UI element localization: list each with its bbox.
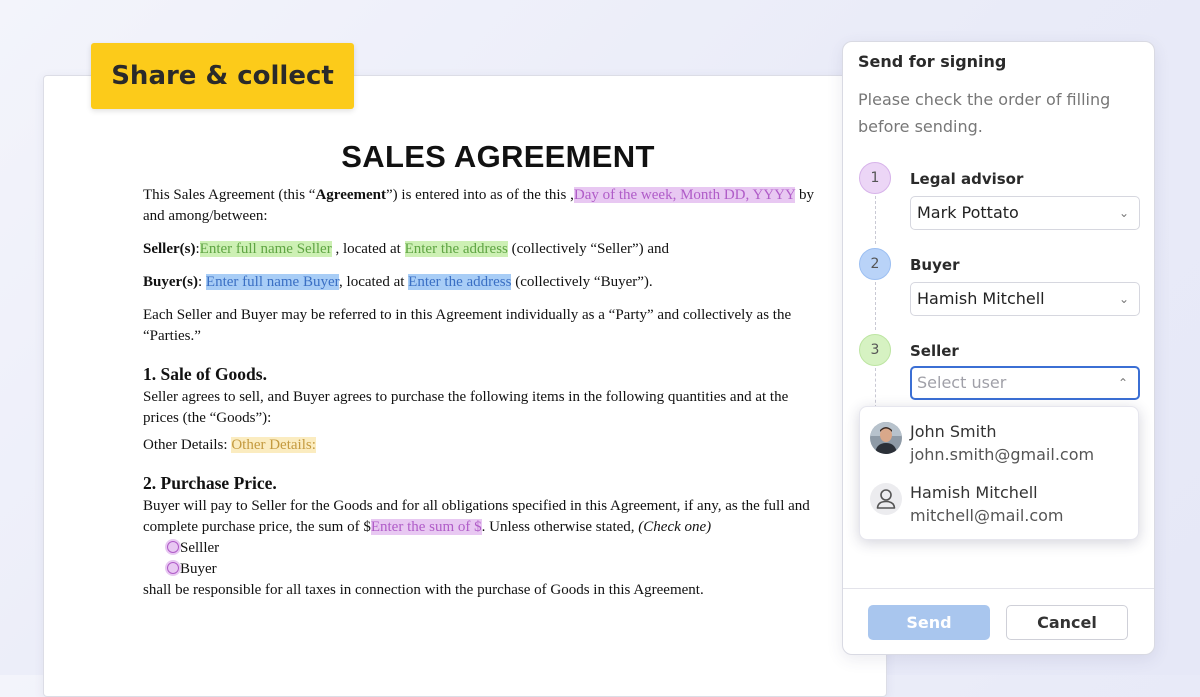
step-number-3: 3 [859, 334, 891, 366]
section2-closing: shall be responsible for all taxes in co… [143, 582, 704, 598]
send-button[interactable]: Send [868, 605, 990, 640]
panel-subtitle: Please check the order of filling before… [858, 90, 1111, 136]
buyer-line: Buyer(s): Enter full name Buyer, located… [143, 272, 823, 293]
buyer-select[interactable]: Hamish Mitchell ⌄ [910, 282, 1140, 316]
step-role-legal-advisor: Legal advisor [910, 170, 1024, 188]
step-role-seller: Seller [910, 342, 959, 360]
dropdown-user-name: Hamish Mitchell [910, 483, 1038, 502]
buyer-located-text: , located at [339, 274, 409, 290]
seller-located-text: , located at [331, 241, 405, 257]
dropdown-option-hamish-mitchell[interactable]: Hamish Mitchell mitchell@mail.com [860, 468, 1138, 528]
document-title: SALES AGREEMENT [341, 139, 655, 174]
buyer-label: Buyer(s) [143, 274, 198, 290]
legal-advisor-select[interactable]: Mark Pottato ⌄ [910, 196, 1140, 230]
step-connector [875, 196, 876, 244]
seller-select[interactable]: ⌃ [910, 366, 1140, 400]
document-content: SALES AGREEMENT This Sales Agreement (th… [143, 139, 823, 601]
step-number-1: 1 [859, 162, 891, 194]
panel-title: Send for signing [858, 52, 1007, 71]
sum-field[interactable]: Enter the sum of $ [370, 519, 482, 535]
intro-bold-term: Agreement [315, 187, 386, 203]
radio-option-buyer[interactable]: Buyer [143, 559, 823, 580]
step-number-2: 2 [859, 248, 891, 280]
person-icon [870, 483, 902, 515]
dropdown-user-email: john.smith@gmail.com [910, 445, 1095, 464]
buyer-name-field[interactable]: Enter full name Buyer [205, 274, 340, 290]
step-role-buyer: Buyer [910, 256, 960, 274]
seller-line: Seller(s):Enter full name Seller , locat… [143, 239, 823, 260]
seller-name-field[interactable]: Enter full name Seller [199, 241, 332, 257]
section2-heading: 2. Purchase Price. [143, 473, 277, 493]
date-field[interactable]: Day of the week, Month DD, YYYY [573, 187, 796, 203]
radio-label-seller: Selller [180, 540, 220, 556]
buyer-line-end: (collectively “Buyer”). [511, 274, 653, 290]
step-connector [875, 282, 876, 330]
intro-text-before: This Sales Agreement (this “ [143, 187, 316, 203]
buyer-select-value: Hamish Mitchell [917, 289, 1045, 308]
seller-label: Seller(s) [143, 241, 196, 257]
avatar [870, 422, 902, 454]
step-connector [875, 368, 876, 408]
share-collect-badge: Share & collect [91, 43, 354, 109]
seller-line-end: (collectively “Seller”) and [507, 241, 670, 257]
section1-heading: 1. Sale of Goods. [143, 364, 267, 384]
seller-select-input[interactable] [917, 373, 1087, 392]
document-page: SALES AGREEMENT This Sales Agreement (th… [43, 75, 887, 697]
other-details-label: Other Details: [143, 437, 232, 453]
other-details-field[interactable]: Other Details: [231, 437, 316, 453]
dropdown-user-name: John Smith [910, 422, 997, 441]
section1-body: Seller agrees to sell, and Buyer agrees … [143, 389, 789, 426]
parties-paragraph: Each Seller and Buyer may be referred to… [143, 307, 792, 344]
footer-divider [843, 588, 1154, 589]
buyer-colon: : [198, 274, 206, 290]
legal-advisor-value: Mark Pottato [917, 203, 1019, 222]
radio-circle-icon[interactable] [167, 562, 179, 574]
radio-circle-icon[interactable] [167, 541, 179, 553]
intro-paragraph: This Sales Agreement (this “Agreement”) … [143, 185, 823, 227]
radio-label-buyer: Buyer [180, 561, 217, 577]
other-details-line: Other Details: Other Details: [143, 435, 823, 456]
chevron-up-icon: ⌃ [1117, 376, 1128, 390]
check-one-note: (Check one) [638, 519, 712, 535]
radio-option-seller[interactable]: Selller [143, 538, 823, 559]
send-for-signing-panel: Send for signing Please check the order … [842, 41, 1155, 655]
chevron-down-icon: ⌄ [1118, 206, 1129, 220]
cancel-button[interactable]: Cancel [1006, 605, 1128, 640]
section2-body: Buyer will pay to Seller for the Goods a… [143, 496, 823, 538]
buyer-address-field[interactable]: Enter the address [408, 274, 512, 290]
intro-text-after: ”) is entered into as of the this , [386, 187, 574, 203]
dropdown-user-email: mitchell@mail.com [910, 506, 1064, 525]
chevron-down-icon: ⌄ [1118, 292, 1129, 306]
user-dropdown: John Smith john.smith@gmail.com Hamish M… [859, 406, 1139, 540]
seller-address-field[interactable]: Enter the address [404, 241, 508, 257]
section2-text-after: . Unless otherwise stated, [481, 519, 639, 535]
dropdown-option-john-smith[interactable]: John Smith john.smith@gmail.com [860, 407, 1138, 467]
